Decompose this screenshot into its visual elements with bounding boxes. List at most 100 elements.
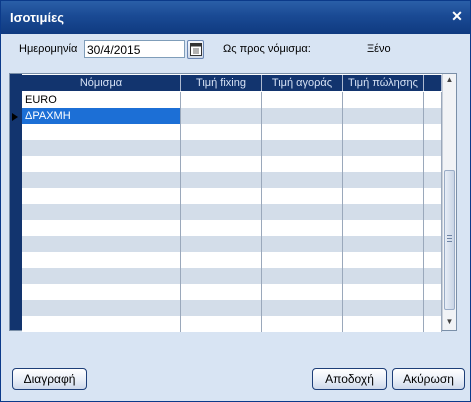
table-cell[interactable]	[262, 252, 343, 268]
table-cell[interactable]	[181, 108, 262, 124]
col-header-sell[interactable]: Τιμή πώλησης	[343, 75, 424, 91]
table-cell[interactable]	[22, 220, 181, 236]
table-cell[interactable]	[343, 220, 424, 236]
col-header-fixing[interactable]: Τιμή fixing	[181, 75, 262, 91]
date-value: 30/4/2015	[87, 43, 141, 57]
table-row[interactable]	[22, 300, 442, 316]
table-cell[interactable]	[343, 92, 424, 108]
table-row[interactable]	[22, 220, 442, 236]
table-cell[interactable]	[181, 124, 262, 140]
table-row[interactable]	[22, 204, 442, 220]
table-row[interactable]	[22, 268, 442, 284]
table-cell[interactable]	[343, 108, 424, 124]
grip-line	[447, 235, 452, 236]
table-cell[interactable]	[343, 268, 424, 284]
table-cell[interactable]	[262, 156, 343, 172]
currency-label: Ως προς νόμισμα:	[223, 43, 311, 55]
table-cell[interactable]	[343, 156, 424, 172]
table-cell[interactable]	[343, 316, 424, 332]
table-cell[interactable]	[262, 236, 343, 252]
table-cell[interactable]	[262, 220, 343, 236]
table-cell[interactable]	[181, 156, 262, 172]
table-cell[interactable]	[262, 300, 343, 316]
table-cell[interactable]	[22, 268, 181, 284]
table-cell[interactable]	[262, 316, 343, 332]
table-cell[interactable]	[22, 140, 181, 156]
table-row[interactable]	[22, 124, 442, 140]
table-cell[interactable]	[262, 188, 343, 204]
table-cell[interactable]	[181, 204, 262, 220]
delete-button[interactable]: Διαγραφή	[12, 368, 87, 390]
filler-cell	[424, 92, 442, 108]
table-cell[interactable]	[22, 300, 181, 316]
table-row[interactable]	[22, 156, 442, 172]
vertical-scrollbar[interactable]: ▲ ▼	[442, 74, 456, 330]
table-cell[interactable]	[262, 140, 343, 156]
grip-line	[447, 241, 452, 242]
table-cell[interactable]	[22, 204, 181, 220]
table-cell[interactable]	[181, 92, 262, 108]
table-cell[interactable]	[181, 220, 262, 236]
table-cell[interactable]	[22, 124, 181, 140]
table-cell[interactable]	[181, 140, 262, 156]
table-cell[interactable]	[181, 284, 262, 300]
table-cell[interactable]	[343, 300, 424, 316]
table-cell[interactable]	[181, 236, 262, 252]
scroll-thumb[interactable]	[444, 170, 455, 310]
table-cell[interactable]	[181, 252, 262, 268]
filler-cell	[424, 204, 442, 220]
col-header-buy[interactable]: Τιμή αγοράς	[262, 75, 343, 91]
table-cell[interactable]: EURO	[22, 92, 181, 108]
table-cell[interactable]	[343, 284, 424, 300]
date-input[interactable]: 30/4/2015	[84, 40, 185, 58]
table-cell[interactable]	[262, 92, 343, 108]
table-cell[interactable]	[343, 204, 424, 220]
scroll-up-icon[interactable]: ▲	[443, 75, 456, 84]
table-cell[interactable]	[181, 268, 262, 284]
table-row[interactable]	[22, 316, 442, 332]
table-cell[interactable]	[262, 284, 343, 300]
table-row[interactable]	[22, 188, 442, 204]
table-row[interactable]: EURO	[22, 92, 442, 108]
table-row[interactable]	[22, 284, 442, 300]
table-cell[interactable]	[343, 140, 424, 156]
table-cell[interactable]: ΔΡΑΧΜΗ	[22, 108, 181, 124]
table-row[interactable]	[22, 236, 442, 252]
table-row[interactable]	[22, 172, 442, 188]
table-row[interactable]	[22, 140, 442, 156]
table-cell[interactable]	[343, 188, 424, 204]
table-row[interactable]: ΔΡΑΧΜΗ	[22, 108, 442, 124]
table-cell[interactable]	[343, 236, 424, 252]
table-cell[interactable]	[22, 284, 181, 300]
filler-cell	[424, 268, 442, 284]
table-cell[interactable]	[22, 252, 181, 268]
table-row[interactable]	[22, 252, 442, 268]
grip-line	[447, 238, 452, 239]
calendar-button[interactable]	[187, 40, 204, 59]
table-cell[interactable]	[343, 252, 424, 268]
table-cell[interactable]	[181, 172, 262, 188]
cancel-button[interactable]: Ακύρωση	[392, 368, 465, 390]
table-cell[interactable]	[262, 172, 343, 188]
scroll-down-icon[interactable]: ▼	[443, 317, 456, 326]
filler-cell	[424, 316, 442, 332]
accept-button[interactable]: Αποδοχή	[312, 368, 387, 390]
filler-cell	[424, 236, 442, 252]
table-cell[interactable]	[181, 300, 262, 316]
table-cell[interactable]	[262, 204, 343, 220]
table-cell[interactable]	[343, 124, 424, 140]
col-header-currency[interactable]: Νόμισμα	[22, 75, 181, 91]
table-cell[interactable]	[22, 172, 181, 188]
table-cell[interactable]	[22, 236, 181, 252]
table-cell[interactable]	[181, 316, 262, 332]
table-cell[interactable]	[22, 156, 181, 172]
table-cell[interactable]	[262, 268, 343, 284]
close-icon[interactable]: ✕	[450, 9, 464, 23]
title-bar[interactable]: Ισοτιμίες ✕	[1, 1, 470, 34]
table-cell[interactable]	[262, 108, 343, 124]
table-cell[interactable]	[22, 316, 181, 332]
table-cell[interactable]	[262, 124, 343, 140]
table-cell[interactable]	[343, 172, 424, 188]
table-cell[interactable]	[181, 188, 262, 204]
table-cell[interactable]	[22, 188, 181, 204]
